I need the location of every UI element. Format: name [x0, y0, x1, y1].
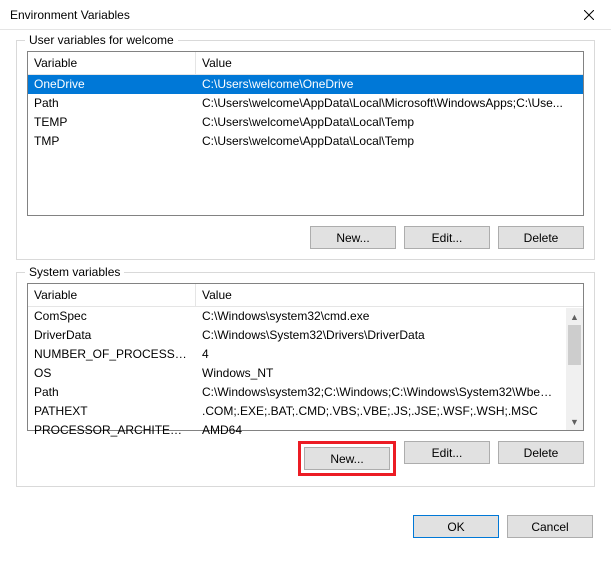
highlight-box: New... — [298, 441, 396, 476]
cell-variable: OneDrive — [28, 75, 196, 94]
ok-button[interactable]: OK — [413, 515, 499, 538]
table-row[interactable]: PATHEXT.COM;.EXE;.BAT;.CMD;.VBS;.VBE;.JS… — [28, 402, 566, 421]
table-row[interactable]: PathC:\Users\welcome\AppData\Local\Micro… — [28, 94, 583, 113]
system-variables-group: System variables Variable Value ComSpecC… — [16, 272, 595, 487]
table-row[interactable]: TMPC:\Users\welcome\AppData\Local\Temp — [28, 132, 583, 151]
cell-variable: OS — [28, 364, 196, 383]
user-delete-button[interactable]: Delete — [498, 226, 584, 249]
cell-value: AMD64 — [196, 421, 566, 440]
cell-variable: Path — [28, 383, 196, 402]
system-buttons: New... Edit... Delete — [27, 441, 584, 476]
cancel-button[interactable]: Cancel — [507, 515, 593, 538]
user-buttons: New... Edit... Delete — [27, 226, 584, 249]
cell-variable: TEMP — [28, 113, 196, 132]
cell-variable: PROCESSOR_ARCHITECTURE — [28, 421, 196, 440]
table-row[interactable]: TEMPC:\Users\welcome\AppData\Local\Temp — [28, 113, 583, 132]
system-edit-button[interactable]: Edit... — [404, 441, 490, 464]
cell-value: C:\Windows\System32\Drivers\DriverData — [196, 326, 566, 345]
table-header: Variable Value — [28, 284, 583, 307]
close-icon[interactable] — [566, 0, 611, 30]
user-edit-button[interactable]: Edit... — [404, 226, 490, 249]
system-variables-legend: System variables — [25, 265, 124, 279]
table-row[interactable]: ComSpecC:\Windows\system32\cmd.exe — [28, 307, 566, 326]
scrollbar-track[interactable] — [566, 325, 583, 413]
user-variables-legend: User variables for welcome — [25, 33, 178, 47]
user-new-button[interactable]: New... — [310, 226, 396, 249]
table-row[interactable]: PathC:\Windows\system32;C:\Windows;C:\Wi… — [28, 383, 566, 402]
table-row[interactable]: NUMBER_OF_PROCESSORS4 — [28, 345, 566, 364]
system-new-button[interactable]: New... — [304, 447, 390, 470]
dialog-buttons: OK Cancel — [0, 507, 611, 548]
table-row[interactable]: DriverDataC:\Windows\System32\Drivers\Dr… — [28, 326, 566, 345]
cell-value: C:\Windows\system32;C:\Windows;C:\Window… — [196, 383, 566, 402]
cell-value: .COM;.EXE;.BAT;.CMD;.VBS;.VBE;.JS;.JSE;.… — [196, 402, 566, 421]
vertical-scrollbar[interactable]: ▲ ▼ — [566, 308, 583, 430]
cell-value: C:\Users\welcome\OneDrive — [196, 75, 583, 94]
cell-value: C:\Users\welcome\AppData\Local\Temp — [196, 113, 583, 132]
scrollbar-thumb[interactable] — [568, 325, 581, 365]
table-row[interactable]: PROCESSOR_ARCHITECTUREAMD64 — [28, 421, 566, 440]
system-delete-button[interactable]: Delete — [498, 441, 584, 464]
cell-variable: PATHEXT — [28, 402, 196, 421]
scroll-up-icon[interactable]: ▲ — [566, 308, 583, 325]
cell-variable: TMP — [28, 132, 196, 151]
cell-variable: Path — [28, 94, 196, 113]
column-header-variable[interactable]: Variable — [28, 284, 196, 306]
titlebar: Environment Variables — [0, 0, 611, 30]
column-header-variable[interactable]: Variable — [28, 52, 196, 74]
cell-variable: NUMBER_OF_PROCESSORS — [28, 345, 196, 364]
window-title: Environment Variables — [10, 8, 566, 22]
user-variables-table[interactable]: Variable Value OneDriveC:\Users\welcome\… — [27, 51, 584, 216]
table-row[interactable]: OSWindows_NT — [28, 364, 566, 383]
cell-value: C:\Users\welcome\AppData\Local\Temp — [196, 132, 583, 151]
column-header-value[interactable]: Value — [196, 52, 583, 74]
cell-value: Windows_NT — [196, 364, 566, 383]
cell-variable: ComSpec — [28, 307, 196, 326]
table-row[interactable]: OneDriveC:\Users\welcome\OneDrive — [28, 75, 583, 94]
dialog-content: User variables for welcome Variable Valu… — [0, 30, 611, 507]
user-variables-group: User variables for welcome Variable Valu… — [16, 40, 595, 260]
cell-value: C:\Windows\system32\cmd.exe — [196, 307, 566, 326]
table-header: Variable Value — [28, 52, 583, 75]
cell-variable: DriverData — [28, 326, 196, 345]
cell-value: C:\Users\welcome\AppData\Local\Microsoft… — [196, 94, 583, 113]
cell-value: 4 — [196, 345, 566, 364]
scroll-down-icon[interactable]: ▼ — [566, 413, 583, 430]
system-variables-table[interactable]: Variable Value ComSpecC:\Windows\system3… — [27, 283, 584, 431]
column-header-value[interactable]: Value — [196, 284, 583, 306]
